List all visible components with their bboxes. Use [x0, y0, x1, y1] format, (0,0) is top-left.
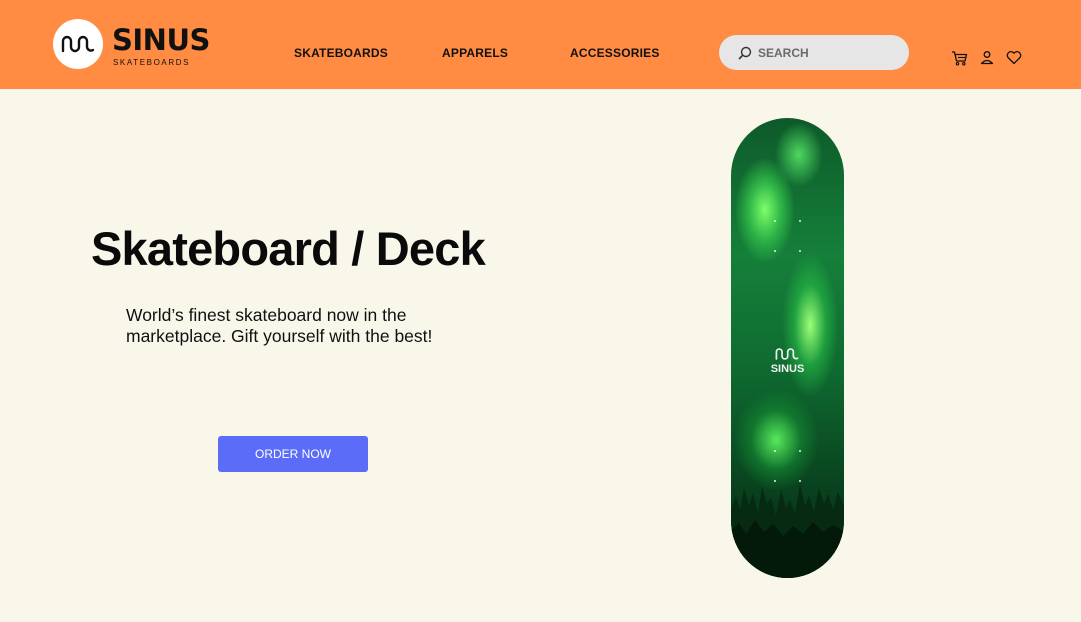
bolt-hole — [799, 250, 801, 252]
deck-wave-logo-icon — [775, 348, 799, 360]
bolt-hole — [774, 480, 776, 482]
wave-logo-icon — [61, 35, 95, 53]
bolt-hole — [774, 450, 776, 452]
bolt-hole — [799, 480, 801, 482]
skateboard-deck-image: SINUS — [731, 118, 844, 578]
bolt-hole — [799, 450, 801, 452]
nav-item-accessories[interactable]: ACCESSORIES — [570, 46, 660, 60]
brand-name[interactable]: SINUS — [112, 25, 210, 55]
cart-icon[interactable] — [951, 50, 968, 71]
nav-item-skateboards[interactable]: SKATEBOARDS — [294, 46, 388, 60]
hero-title: Skateboard / Deck — [91, 222, 486, 275]
bolt-hole — [799, 220, 801, 222]
order-now-button[interactable]: ORDER NOW — [218, 436, 368, 472]
hero-description: World’s finest skateboard now in the mar… — [126, 305, 433, 346]
heart-icon[interactable] — [1006, 50, 1022, 70]
brand-tagline: SKATEBOARDS — [113, 58, 191, 67]
site-header: SINUS SKATEBOARDS SKATEBOARDS APPARELS A… — [0, 0, 1081, 89]
bolt-hole — [774, 250, 776, 252]
forest-silhouette — [731, 483, 844, 578]
logo-mark[interactable] — [53, 19, 103, 69]
search-box[interactable] — [719, 35, 909, 70]
deck-brand-label: SINUS — [770, 363, 805, 375]
search-input[interactable] — [758, 35, 898, 70]
search-icon — [738, 46, 752, 60]
user-icon[interactable] — [980, 50, 994, 70]
bolt-hole — [774, 220, 776, 222]
nav-item-apparels[interactable]: APPARELS — [442, 46, 508, 60]
